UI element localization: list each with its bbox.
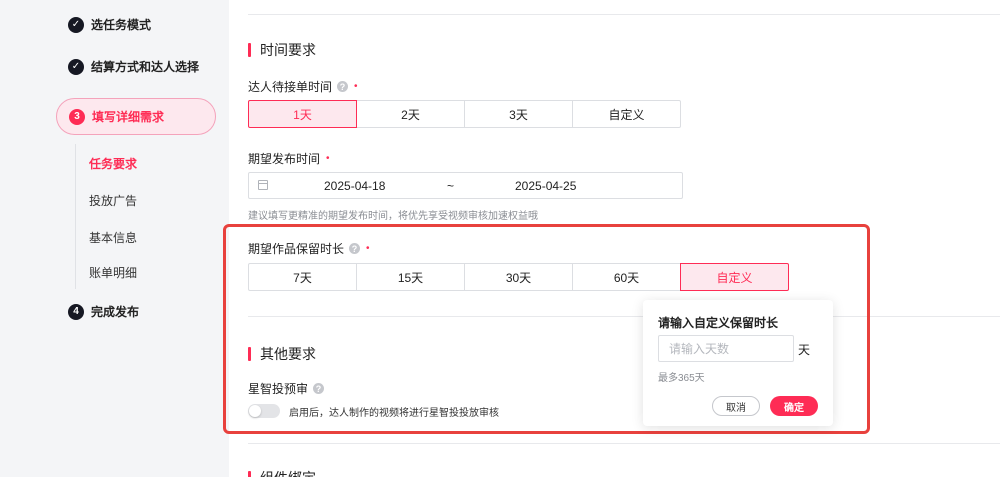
popover-title: 请输入自定义保留时长 (658, 316, 779, 330)
accept-time-options: 1天 2天 3天 自定义 (248, 100, 681, 128)
date-end[interactable]: 2025-04-25 (515, 179, 576, 193)
step-select-mode[interactable]: ✓ 选任务模式 (68, 16, 151, 33)
step-settlement[interactable]: ✓ 结算方式和达人选择 (68, 58, 199, 75)
date-separator: ~ (447, 178, 455, 193)
accept-option-1day[interactable]: 1天 (248, 100, 357, 128)
accept-option-3day[interactable]: 3天 (464, 100, 573, 128)
required-dot-icon: • (354, 81, 358, 92)
calendar-icon (258, 180, 268, 190)
subnav-basic-info[interactable]: 基本信息 (89, 229, 137, 246)
section-title-text: 时间要求 (260, 42, 316, 58)
confirm-button[interactable]: 确定 (770, 396, 818, 416)
subnav-line (75, 144, 76, 289)
label-text: 达人待接单时间 (248, 80, 333, 94)
section-component-binding: 组件绑定 (248, 468, 316, 477)
days-input[interactable] (658, 335, 794, 362)
cancel-button[interactable]: 取消 (712, 396, 760, 416)
required-dot-icon: • (326, 153, 330, 164)
section-time: 时间要求 (248, 40, 316, 60)
accept-option-custom[interactable]: 自定义 (572, 100, 681, 128)
section-title-text: 组件绑定 (260, 468, 316, 477)
step-complete[interactable]: 4 完成发布 (68, 303, 139, 320)
subnav-billing[interactable]: 账单明细 (89, 264, 137, 281)
step-label: 填写详细需求 (92, 110, 165, 124)
date-range-picker[interactable]: 2025-04-18 ~ 2025-04-25 (248, 172, 683, 199)
section-bar (248, 471, 251, 477)
accept-option-2day[interactable]: 2天 (356, 100, 465, 128)
subnav-ads[interactable]: 投放广告 (89, 192, 137, 209)
help-icon[interactable]: ? (337, 81, 349, 92)
divider (248, 14, 1000, 15)
step-number-icon: 4 (68, 303, 84, 320)
step-label: 完成发布 (91, 305, 140, 319)
publish-time-hint: 建议填写更精准的期望发布时间，将优先享受视频审核加速权益哦 (248, 211, 538, 222)
step-label: 结算方式和达人选择 (91, 60, 200, 74)
max-days-hint: 最多365天 (658, 373, 705, 384)
accept-time-label: 达人待接单时间 ? • (248, 78, 358, 95)
section-bar (248, 43, 251, 57)
retain-option-custom[interactable]: 自定义 (680, 263, 789, 291)
check-icon: ✓ (68, 58, 84, 75)
label-text: 期望发布时间 (248, 152, 321, 166)
date-start[interactable]: 2025-04-18 (324, 179, 385, 193)
divider (248, 443, 1000, 444)
check-icon: ✓ (68, 16, 84, 33)
step-fill-details[interactable]: 3 填写详细需求 (56, 98, 216, 135)
step-number-icon: 3 (69, 108, 85, 125)
publish-time-label: 期望发布时间 • (248, 150, 330, 167)
days-unit: 天 (798, 343, 811, 357)
step-label: 选任务模式 (91, 18, 152, 32)
custom-duration-popover: 请输入自定义保留时长 天 最多365天 取消 确定 (643, 300, 833, 426)
subnav-task-requirements[interactable]: 任务要求 (89, 155, 137, 172)
sidebar: ✓ 选任务模式 ✓ 结算方式和达人选择 3 填写详细需求 任务要求 投放广告 基… (0, 0, 229, 477)
